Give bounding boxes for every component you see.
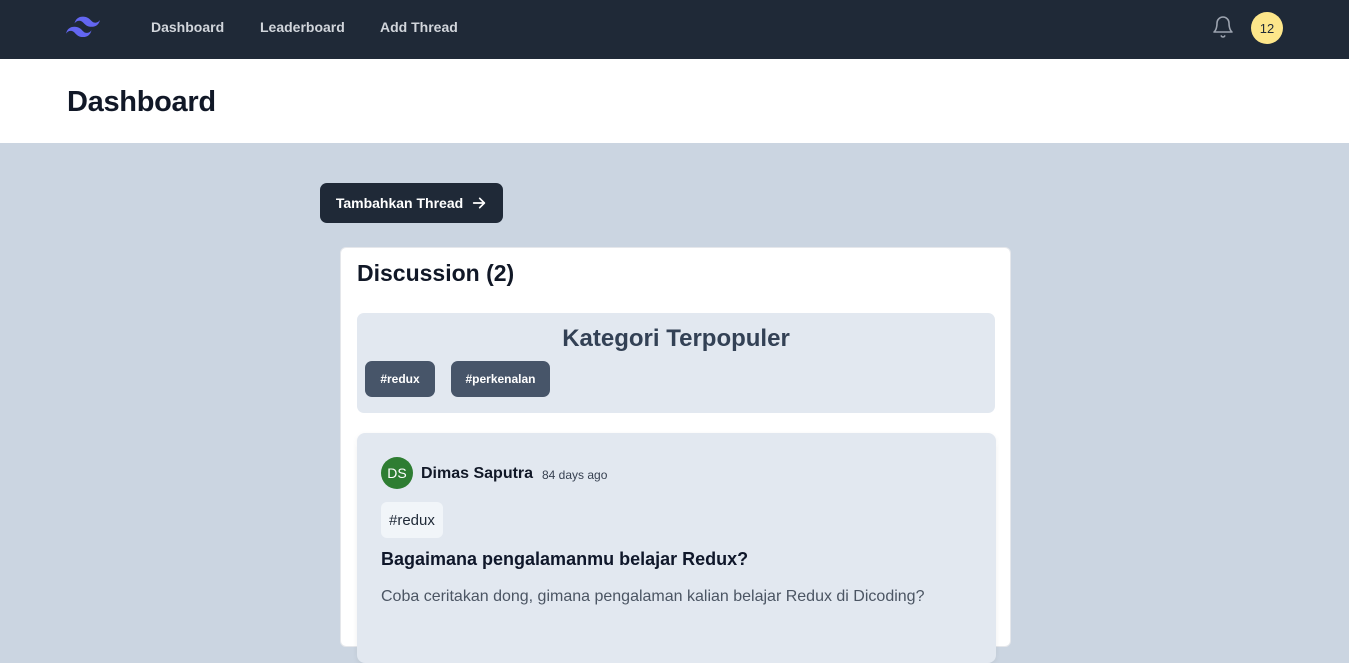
add-thread-button[interactable]: Tambahkan Thread	[320, 183, 503, 223]
category-tag-perkenalan[interactable]: #perkenalan	[451, 361, 550, 397]
owner-name: Dimas Saputra	[421, 465, 534, 482]
top-navbar: Dashboard Leaderboard Add Thread 12	[0, 0, 1349, 59]
user-avatar[interactable]: 12	[1251, 12, 1283, 44]
thread-item[interactable]: DS Dimas Saputra 84 days ago #redux Baga…	[357, 433, 996, 663]
nav-link-add-thread[interactable]: Add Thread	[380, 19, 458, 35]
nav-link-dashboard[interactable]: Dashboard	[151, 19, 224, 35]
nav-link-leaderboard[interactable]: Leaderboard	[260, 19, 345, 35]
thread-body: Coba ceritakan dong, gimana pengalaman k…	[381, 588, 925, 605]
add-thread-label: Tambahkan Thread	[335, 195, 464, 211]
thread-created-at: 84 days ago	[542, 468, 608, 482]
popular-categories-panel: Kategori Terpopuler #redux #perkenalan	[357, 313, 995, 413]
discussion-title: Discussion (2)	[357, 260, 515, 286]
arrow-right-icon	[472, 197, 486, 209]
thread-title[interactable]: Bagaimana pengalamanmu belajar Redux?	[381, 549, 748, 570]
bell-icon[interactable]	[1211, 15, 1235, 39]
owner-avatar: DS	[381, 457, 413, 489]
category-tag-redux[interactable]: #redux	[365, 361, 435, 397]
popular-categories-title: Kategori Terpopuler	[562, 325, 790, 352]
page-header: Dashboard	[0, 59, 1349, 143]
discussion-card: Discussion (2) Kategori Terpopuler #redu…	[340, 247, 1011, 663]
page-title: Dashboard	[67, 86, 216, 118]
tailwind-logo-icon[interactable]	[66, 16, 100, 38]
thread-category-tag[interactable]: #redux	[381, 502, 443, 538]
